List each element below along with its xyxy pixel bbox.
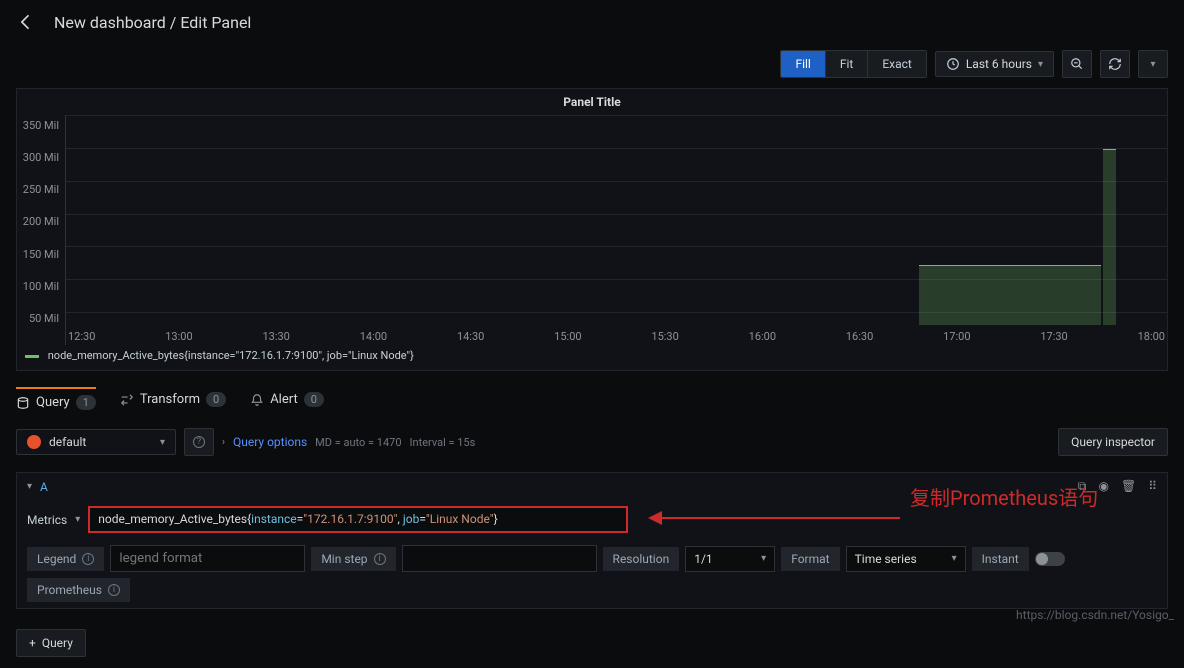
query-meta-md: MD = auto = 1470 <box>315 436 401 449</box>
exact-button[interactable]: Exact <box>868 51 926 77</box>
chart-legend[interactable]: node_memory_Active_bytes{instance="172.1… <box>17 345 1167 370</box>
chevron-down-icon[interactable]: ▾ <box>75 514 80 525</box>
query-inspector-button[interactable]: Query inspector <box>1058 428 1168 456</box>
view-mode-group: Fill Fit Exact <box>780 50 926 78</box>
data-series-spike <box>1103 149 1116 325</box>
fill-button[interactable]: Fill <box>781 51 825 77</box>
datasource-help-button[interactable]: ? <box>184 428 214 456</box>
toggle-visibility-icon[interactable]: ◉ <box>1098 479 1108 494</box>
time-range-picker[interactable]: Last 6 hours ▾ <box>935 51 1054 77</box>
resolution-label: Resolution <box>603 547 680 571</box>
collapse-icon[interactable]: ▾ <box>27 481 32 492</box>
prometheus-logo-icon <box>27 435 41 449</box>
panel-title: Panel Title <box>17 89 1167 115</box>
resolution-select[interactable]: 1/1▾ <box>685 546 775 572</box>
refresh-button[interactable] <box>1100 50 1130 78</box>
metrics-label: Metrics <box>27 513 67 527</box>
x-axis: 12:3013:00 13:3014:00 14:3015:00 15:3016… <box>66 330 1167 343</box>
page-title: New dashboard / Edit Panel <box>54 13 251 32</box>
format-label: Format <box>781 547 839 571</box>
legend-color-swatch <box>25 355 39 358</box>
back-arrow-icon[interactable] <box>16 12 36 32</box>
drag-handle-icon[interactable]: ⠿ <box>1148 479 1157 494</box>
data-series-segment <box>919 265 1101 325</box>
y-axis: 350 Mil 300 Mil 250 Mil 200 Mil 150 Mil … <box>17 115 65 345</box>
query-expression-input[interactable]: node_memory_Active_bytes{instance="172.1… <box>88 506 628 533</box>
minstep-label: Min stepi <box>311 547 395 571</box>
transform-count-badge: 0 <box>206 392 226 407</box>
chevron-down-icon: ▾ <box>1038 59 1043 70</box>
add-query-button[interactable]: + Query <box>16 629 86 657</box>
zoom-out-button[interactable] <box>1062 50 1092 78</box>
instant-toggle[interactable] <box>1035 552 1065 566</box>
legend-label: Legendi <box>27 547 104 571</box>
chevron-down-icon: ▾ <box>160 437 165 448</box>
plus-icon: + <box>29 636 36 650</box>
fit-button[interactable]: Fit <box>826 51 868 77</box>
tab-query[interactable]: Query 1 <box>16 387 96 416</box>
query-count-badge: 1 <box>76 395 96 410</box>
query-id: A <box>40 480 48 494</box>
legend-format-input[interactable] <box>110 545 305 572</box>
instant-label: Instant <box>972 547 1029 571</box>
tab-alert[interactable]: Alert 0 <box>250 389 324 416</box>
prometheus-label: Prometheusi <box>27 578 130 602</box>
query-options-link[interactable]: Query options <box>233 435 307 449</box>
alert-count-badge: 0 <box>304 392 324 407</box>
annotation-text: 复制Prometheus语句 <box>910 482 1098 511</box>
chart[interactable]: 350 Mil 300 Mil 250 Mil 200 Mil 150 Mil … <box>17 115 1167 345</box>
delete-query-icon[interactable]: 🗑 <box>1121 479 1136 494</box>
annotation-arrow-head <box>648 511 662 525</box>
query-meta-interval: Interval = 15s <box>410 436 476 449</box>
annotation-arrow <box>660 517 900 519</box>
format-select[interactable]: Time series▾ <box>846 546 966 572</box>
refresh-interval-button[interactable]: ▾ <box>1138 50 1168 78</box>
watermark: https://blog.csdn.net/Yosigo_ <box>1016 608 1174 622</box>
minstep-input[interactable] <box>402 545 597 572</box>
time-range-label: Last 6 hours <box>966 57 1032 71</box>
editor-tabs: Query 1 Transform 0 Alert 0 <box>0 379 1184 420</box>
panel: Panel Title 350 Mil 300 Mil 250 Mil 200 … <box>16 88 1168 371</box>
chevron-right-icon: › <box>222 437 225 448</box>
plot-area: 12:3013:00 13:3014:00 14:3015:00 15:3016… <box>65 115 1167 345</box>
legend-text: node_memory_Active_bytes{instance="172.1… <box>48 349 414 362</box>
tab-transform[interactable]: Transform 0 <box>120 389 226 416</box>
datasource-select[interactable]: default ▾ <box>16 429 176 455</box>
